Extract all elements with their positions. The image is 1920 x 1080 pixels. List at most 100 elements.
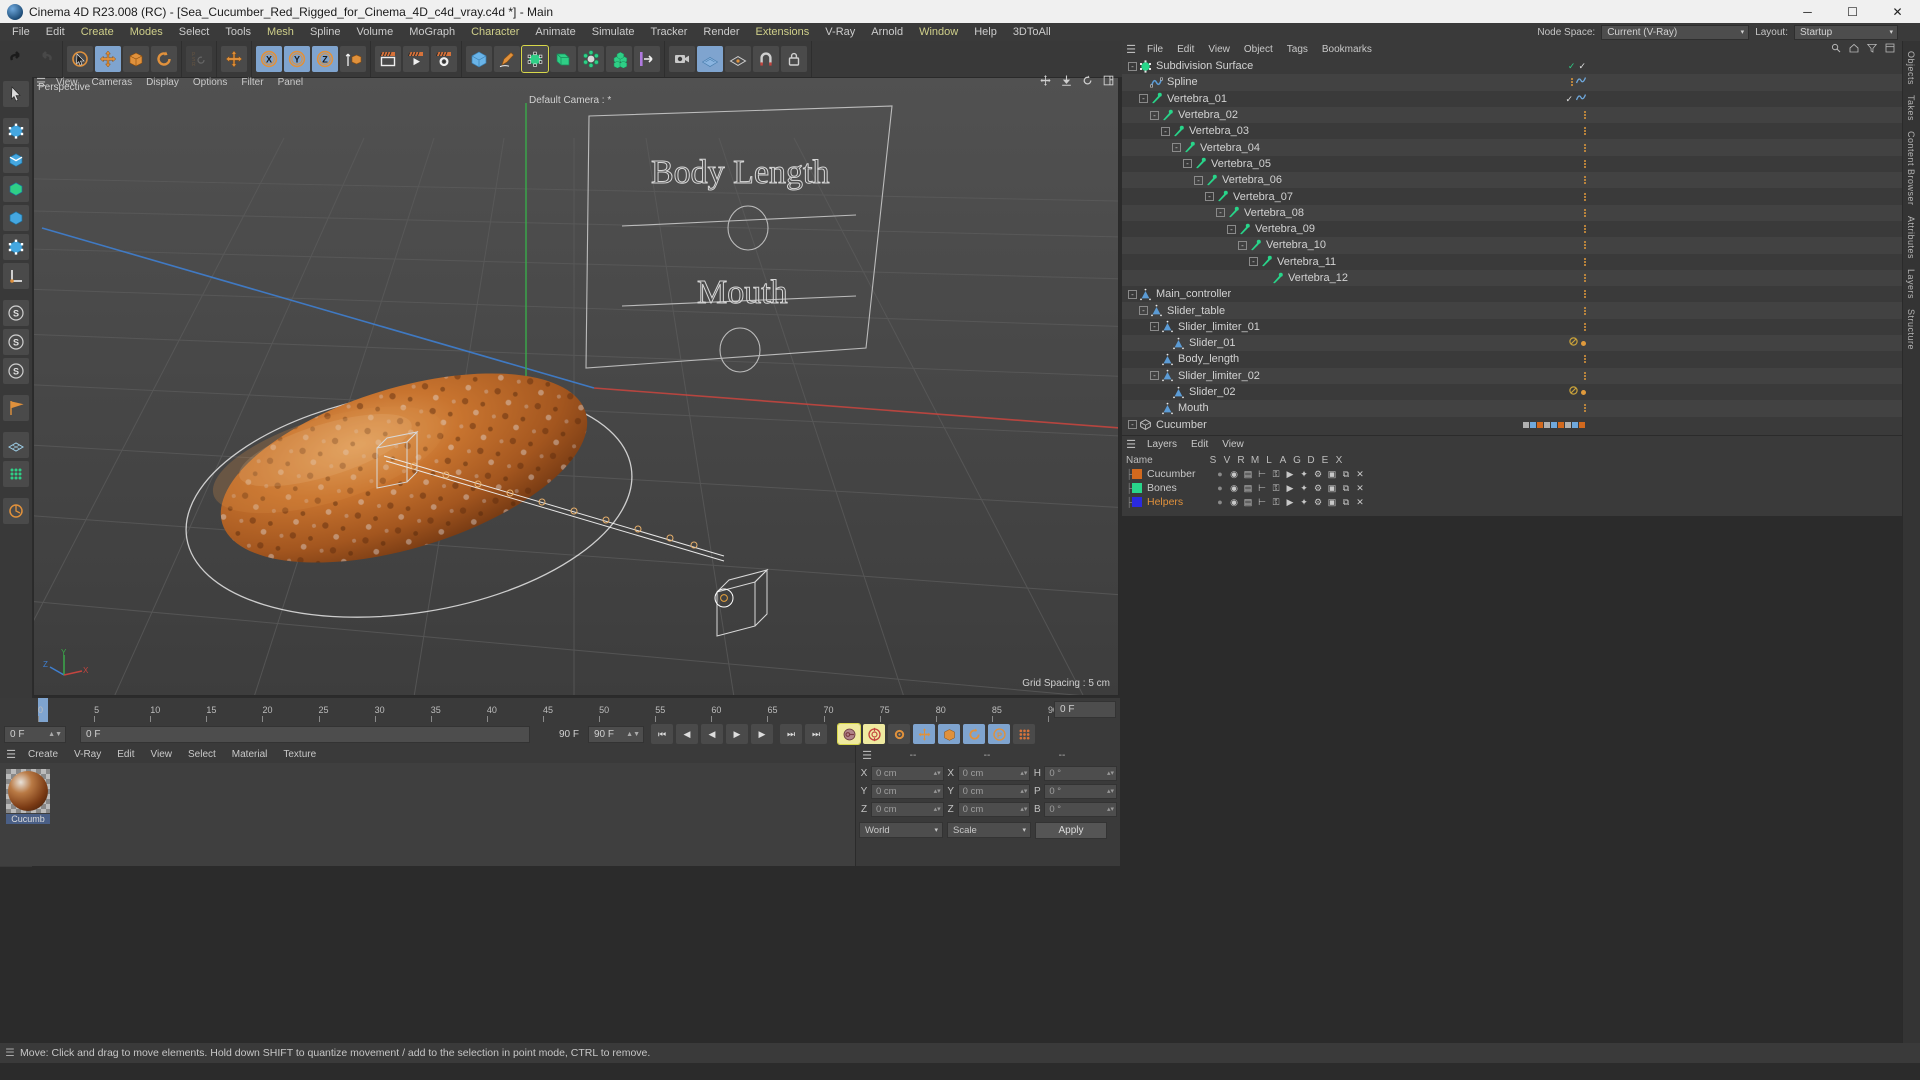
go-to-start-button[interactable]: ⏮ (651, 724, 673, 744)
layer-toggle-M[interactable]: ⊢ (1255, 483, 1269, 494)
menu-item-file[interactable]: File (4, 23, 38, 41)
object-tree-row[interactable]: - Vertebra_06 (1122, 172, 1902, 189)
object-tree-row[interactable]: - Vertebra_02 (1122, 106, 1902, 124)
select-tool-button[interactable] (67, 46, 93, 72)
tag-check-green[interactable]: ✓ (1568, 60, 1576, 72)
snapping-tool[interactable] (3, 461, 29, 487)
menu-item-tools[interactable]: Tools (217, 23, 259, 41)
options-icon[interactable] (1884, 41, 1896, 59)
tag-check-icon[interactable]: ✓ (1565, 94, 1573, 104)
world-object-axis-button[interactable] (340, 46, 366, 72)
tree-expander[interactable] (1150, 404, 1159, 413)
material-item[interactable]: Cucumb (6, 769, 849, 824)
viewport-solo-tool[interactable] (3, 395, 29, 421)
add-generator-button[interactable] (521, 45, 549, 73)
layer-toggle-L[interactable]: ⚿ (1269, 483, 1283, 494)
scale-key-button[interactable] (938, 724, 960, 744)
tree-expander[interactable]: - (1183, 159, 1192, 169)
tag-check-icon[interactable]: ✓ (1578, 61, 1586, 71)
viewport-menu-display[interactable]: Display (139, 77, 186, 88)
play-backwards-button[interactable]: ◀ (701, 724, 723, 744)
menu-item-extensions[interactable]: Extensions (747, 23, 817, 41)
tag-dots-icon[interactable] (1584, 257, 1586, 266)
menu-item-mograph[interactable]: MoGraph (401, 23, 463, 41)
material-swatch-area[interactable]: Cucumb (0, 763, 855, 866)
material-menu-select[interactable]: Select (180, 749, 224, 760)
tree-expander[interactable]: - (1150, 110, 1159, 120)
tag-dots-orange[interactable] (1584, 192, 1586, 201)
menu-item-v-ray[interactable]: V-Ray (817, 23, 863, 41)
menu-item-select[interactable]: Select (171, 23, 218, 41)
tag-dots-orange[interactable] (1584, 208, 1586, 217)
object-tree[interactable]: - Subdivision Surface ✓ ✓ Spline - Vertebra_01… (1122, 58, 1902, 435)
layer-row[interactable]: ├ Helpers ● ◉ ▤ ⊢ ⚿ ▶ ✦ ⚙ ▣ ⧉ ✕ (1122, 495, 1902, 509)
live-selection-tool[interactable] (3, 81, 29, 107)
layer-menu-layers[interactable]: Layers (1140, 439, 1184, 450)
coord-field-position-x[interactable]: 0 cm ▴▾ (871, 765, 944, 781)
world-coordinates-button[interactable] (221, 46, 247, 72)
object-tree-row[interactable]: - Vertebra_07 (1122, 188, 1902, 204)
menu-item-simulate[interactable]: Simulate (584, 23, 643, 41)
tag-dots-icon[interactable] (1584, 322, 1586, 331)
texture-tag-icon[interactable] (1544, 421, 1550, 428)
layer-row[interactable]: ├ Cucumber ● ◉ ▤ ⊢ ⚿ ▶ ✦ ⚙ ▣ ⧉ ✕ (1122, 467, 1902, 481)
tag-texture-tags[interactable] (1523, 419, 1586, 431)
viewport-menu-view[interactable]: View (49, 77, 85, 88)
menu-item-help[interactable]: Help (966, 23, 1005, 41)
status-hamburger-icon[interactable]: ☰ (0, 1047, 20, 1059)
viewport-menu-cameras[interactable]: Cameras (85, 77, 140, 88)
dock-tab-takes[interactable]: Takes (1906, 95, 1916, 121)
layer-toggle-undefined[interactable]: ✕ (1353, 497, 1367, 508)
object-tree-row[interactable]: Vertebra_12 (1122, 269, 1902, 287)
object-tree-row[interactable]: - Vertebra_08 (1122, 204, 1902, 221)
texture-tag-icon[interactable] (1558, 421, 1564, 428)
coord-stepper-icon[interactable]: ▴▾ (934, 769, 941, 777)
home-icon[interactable] (1848, 41, 1860, 59)
x-axis-lock-button[interactable]: X (256, 46, 282, 72)
render-to-picture-viewer-button[interactable] (403, 46, 429, 72)
tag-dot-orange[interactable] (1581, 340, 1586, 346)
object-tree-row[interactable]: - Slider_table (1122, 302, 1902, 319)
layer-toggle-V[interactable]: ◉ (1227, 469, 1241, 480)
object-tree-row[interactable]: Mouth (1122, 400, 1902, 417)
layer-toggle-X[interactable]: ⧉ (1339, 497, 1353, 508)
previous-frame-button[interactable]: ◀ (676, 724, 698, 744)
material-menu-edit[interactable]: Edit (109, 749, 142, 760)
coord-field-rotation-b[interactable]: 0 ° ▴▾ (1044, 801, 1118, 817)
coord-stepper-icon[interactable]: ▴▾ (1107, 787, 1114, 795)
object-tree-row[interactable]: - Vertebra_09 (1122, 221, 1902, 237)
tag-dots-orange[interactable] (1584, 306, 1586, 315)
tree-expander[interactable]: - (1172, 143, 1181, 153)
point-level-animation-button[interactable] (1013, 724, 1035, 744)
object-tree-row[interactable]: Body_length (1122, 351, 1902, 367)
layer-toggle-A[interactable]: ▶ (1283, 483, 1297, 494)
tree-expander[interactable]: - (1128, 289, 1137, 299)
menu-item-character[interactable]: Character (463, 23, 527, 41)
layer-toggle-G[interactable]: ✦ (1297, 497, 1311, 508)
coordinates-hamburger-icon[interactable]: ☰ (856, 749, 878, 762)
layer-color-swatch[interactable] (1132, 483, 1142, 493)
menu-item-edit[interactable]: Edit (38, 23, 73, 41)
texture-tag-icon[interactable] (1537, 421, 1543, 428)
tree-expander[interactable]: - (1150, 322, 1159, 332)
tag-dots-orange[interactable] (1584, 159, 1586, 168)
coord-field-position-y[interactable]: 0 cm ▴▾ (871, 783, 944, 799)
minimize-button[interactable]: ─ (1785, 0, 1830, 23)
dock-tab-attributes[interactable]: Attributes (1906, 216, 1916, 259)
object-menu-file[interactable]: File (1140, 44, 1170, 55)
workplane-button[interactable] (725, 46, 751, 72)
menu-item-volume[interactable]: Volume (349, 23, 402, 41)
render-view-button[interactable] (375, 46, 401, 72)
material-menu-material[interactable]: Material (224, 749, 276, 760)
object-tree-row[interactable]: - Vertebra_03 (1122, 123, 1902, 139)
workplane-tool[interactable] (3, 432, 29, 458)
tag-dots-icon[interactable] (1571, 78, 1573, 87)
go-to-end-button[interactable]: ⏭ (780, 724, 802, 744)
coord-stepper-icon[interactable]: ▴▾ (1020, 787, 1027, 795)
object-menu-object[interactable]: Object (1237, 44, 1280, 55)
nodespace-select[interactable]: Current (V-Ray) (1601, 24, 1750, 40)
texture-mode-tool[interactable]: S (3, 300, 29, 326)
layer-toggle-G[interactable]: ✦ (1297, 469, 1311, 480)
tree-expander[interactable]: - (1238, 240, 1247, 250)
dock-tab-objects[interactable]: Objects (1906, 51, 1916, 85)
